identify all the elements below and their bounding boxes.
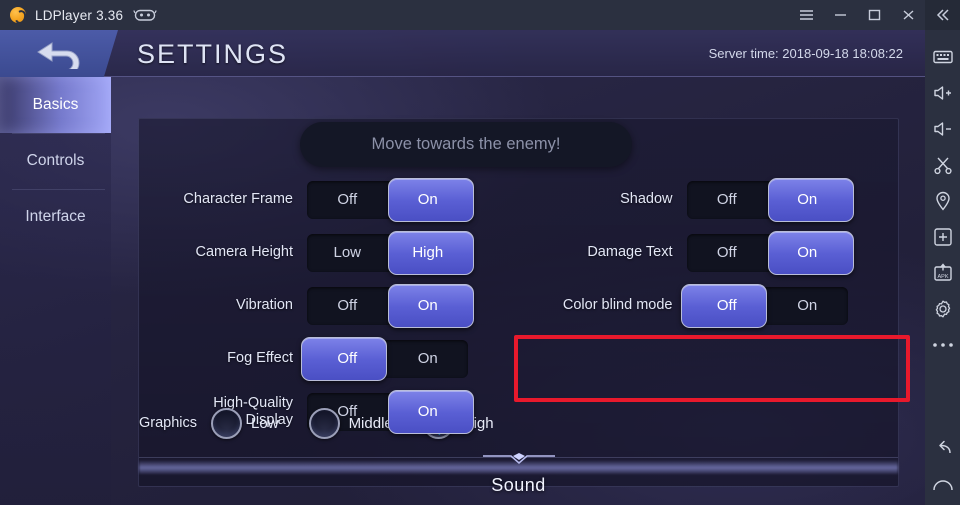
divider-ornament-icon	[482, 452, 555, 466]
toggle-option-on[interactable]: On	[767, 234, 848, 272]
tooltip-banner: Move towards the enemy!	[300, 122, 632, 167]
page-title: SETTINGS	[137, 39, 289, 69]
minimize-button[interactable]	[823, 0, 857, 30]
toggle-option-off[interactable]: Off	[307, 181, 388, 219]
emulator-toolbar: APK	[925, 30, 960, 505]
toggle-vibration[interactable]: Off On	[307, 283, 474, 328]
toggle-option-low[interactable]: Low	[307, 234, 388, 272]
toggle-option-on[interactable]: On	[767, 181, 848, 219]
setting-label: Shadow	[620, 191, 673, 207]
sidebar-item-interface[interactable]: Interface	[0, 189, 111, 245]
maximize-button[interactable]	[857, 0, 891, 30]
svg-text:APK: APK	[937, 274, 948, 280]
apk-install-icon[interactable]: APK	[932, 262, 954, 284]
toggle-option-off[interactable]: Off	[307, 287, 388, 325]
toggle-option-on[interactable]: On	[767, 287, 848, 325]
setting-row-fog-effect: Fog Effect Off On	[139, 332, 519, 385]
toggle-high-quality-display[interactable]: Off On	[307, 389, 474, 434]
menu-button[interactable]	[789, 0, 823, 30]
volume-down-icon[interactable]	[932, 118, 954, 140]
volume-up-icon[interactable]	[932, 82, 954, 104]
settings-column-right: Shadow Off On Damage Text Off On Color b…	[519, 167, 899, 446]
window-controls	[789, 0, 925, 30]
radio-label: Low	[251, 415, 279, 432]
sidebar-item-controls[interactable]: Controls	[0, 133, 111, 189]
setting-label: Camera Height	[195, 244, 293, 260]
setting-row-color-blind-mode: Color blind mode Off On	[519, 279, 899, 332]
toggle-option-high[interactable]: High	[388, 234, 469, 272]
ldplayer-window: LDPlayer 3.36 APK SETTINGS Server time: …	[0, 0, 960, 505]
gamepad-icon[interactable]	[133, 7, 157, 23]
tab-label: Interface	[25, 208, 86, 225]
multi-window-icon[interactable]	[932, 226, 954, 248]
radio-graphics-low[interactable]: Low	[211, 408, 279, 439]
gear-icon[interactable]	[932, 298, 954, 320]
setting-label: Fog Effect	[227, 350, 293, 366]
setting-row-camera-height: Camera Height Low High	[139, 226, 519, 279]
toggle-option-on[interactable]: On	[388, 393, 469, 431]
location-pin-icon[interactable]	[932, 190, 954, 212]
setting-label: Damage Text	[587, 244, 673, 260]
toggle-color-blind-mode[interactable]: Off On	[680, 283, 848, 328]
toggle-option-off[interactable]: Off	[687, 181, 768, 219]
toggle-damage-text[interactable]: Off On	[686, 230, 854, 275]
tab-label: Controls	[26, 152, 85, 169]
toggle-camera-height[interactable]: Low High	[307, 230, 474, 275]
toggle-option-off[interactable]: Off	[687, 287, 768, 325]
setting-row-shadow: Shadow Off On	[519, 173, 899, 226]
setting-row-vibration: Vibration Off On	[139, 279, 519, 332]
toggle-option-on[interactable]: On	[388, 181, 469, 219]
setting-label: Graphics	[139, 415, 198, 431]
game-back-button[interactable]	[0, 30, 118, 77]
window-titlebar: LDPlayer 3.36	[0, 0, 925, 30]
setting-label: Character Frame	[183, 191, 293, 207]
keyboard-icon[interactable]	[932, 46, 954, 68]
tab-label: Basics	[32, 96, 79, 113]
settings-tab-rail: Basics Controls Interface	[0, 77, 111, 505]
sidebar-item-basics[interactable]: Basics	[0, 77, 111, 133]
toggle-option-off[interactable]: Off	[307, 393, 388, 431]
setting-row-character-frame: Character Frame Off On	[139, 173, 519, 226]
scissors-icon[interactable]	[932, 154, 954, 176]
close-button[interactable]	[891, 0, 925, 30]
section-header-sound: Sound	[491, 475, 546, 495]
toggle-fog-effect[interactable]: Off On	[301, 336, 469, 381]
setting-label: Vibration	[236, 297, 293, 313]
settings-panel: Graphics Character Frame Off On Camera H…	[138, 118, 899, 495]
toggle-shadow[interactable]: Off On	[686, 177, 854, 222]
toggle-option-off[interactable]: Off	[687, 234, 768, 272]
toggle-option-on[interactable]: On	[388, 340, 469, 378]
collapse-sidebar-button[interactable]	[925, 0, 960, 30]
back-arrow-icon[interactable]	[932, 437, 954, 459]
game-viewport: SETTINGS Server time: 2018-09-18 18:08:2…	[0, 30, 925, 505]
more-dots-icon[interactable]	[932, 334, 954, 356]
toggle-option-off[interactable]: Off	[307, 340, 388, 378]
home-icon[interactable]	[932, 473, 954, 495]
server-time: Server time: 2018-09-18 18:08:22	[708, 46, 903, 61]
game-header: SETTINGS Server time: 2018-09-18 18:08:2…	[0, 30, 925, 77]
radio-circle-icon	[211, 408, 243, 439]
toggle-character-frame[interactable]: Off On	[307, 177, 474, 222]
setting-row-damage-text: Damage Text Off On	[519, 226, 899, 279]
ldplayer-logo-icon	[10, 7, 26, 23]
setting-label: Color blind mode	[562, 297, 673, 313]
toggle-option-on[interactable]: On	[388, 287, 469, 325]
app-title: LDPlayer 3.36	[35, 7, 124, 23]
